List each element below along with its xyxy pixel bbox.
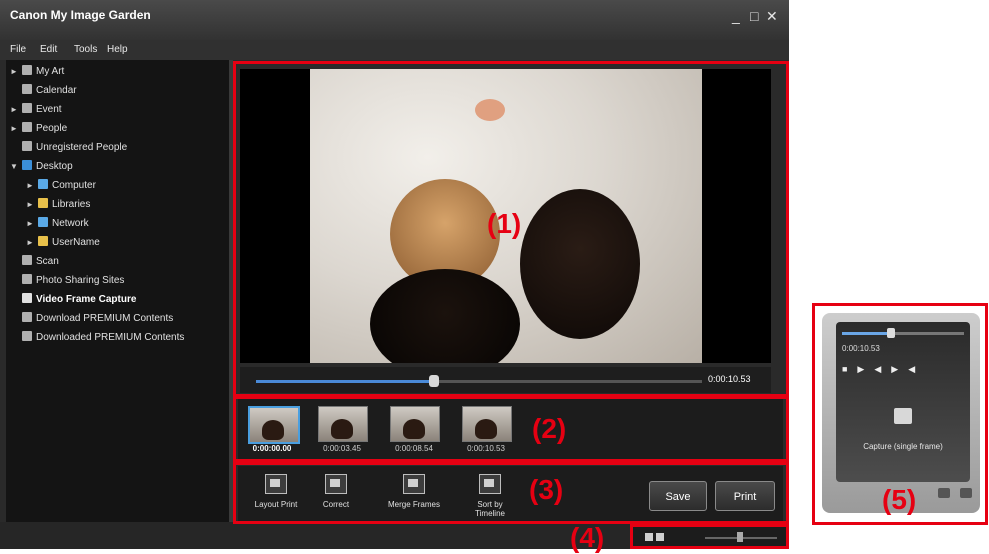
menu-bar: File Edit Tools Help: [0, 40, 789, 60]
sidebar-item-label: Download PREMIUM Contents: [36, 313, 174, 324]
folder-icon: [38, 198, 48, 208]
menu-edit[interactable]: Edit: [40, 44, 57, 55]
callout-box-2: [233, 396, 789, 462]
sidebar-item-unregistered-people[interactable]: Unregistered People: [10, 140, 127, 156]
callout-box-4: [630, 524, 789, 549]
callout-label-4: (4): [570, 522, 605, 553]
expand-arrow-icon[interactable]: ►: [26, 235, 38, 251]
callout-label-2: (2): [532, 413, 567, 444]
sidebar-item-label: Computer: [52, 180, 96, 191]
sidebar-item-username[interactable]: ► UserName: [26, 235, 100, 251]
folder-icon: [22, 331, 32, 341]
callout-label-5: (5): [882, 484, 917, 515]
person-icon: [22, 122, 32, 132]
sidebar-item-network[interactable]: ► Network: [26, 216, 89, 232]
sidebar-item-calendar[interactable]: Calendar: [10, 83, 77, 99]
sidebar-item-downloaded-premium[interactable]: Downloaded PREMIUM Contents: [10, 330, 184, 346]
sidebar-item-label: Unregistered People: [36, 142, 128, 153]
expand-arrow-icon[interactable]: ►: [10, 121, 22, 137]
user-folder-icon: [38, 236, 48, 246]
sidebar-item-desktop[interactable]: ▼ Desktop: [10, 159, 73, 175]
expand-arrow-icon[interactable]: ►: [26, 178, 38, 194]
panel-seek-handle[interactable]: [886, 328, 895, 338]
sidebar-item-people[interactable]: ► People: [10, 121, 67, 137]
sidebar-item-label: UserName: [52, 237, 100, 248]
callout-label-1: (1): [487, 208, 522, 239]
menu-help[interactable]: Help: [107, 44, 128, 55]
capture-mode-icon[interactable]: [938, 488, 950, 498]
sidebar-item-event[interactable]: ► Event: [10, 102, 62, 118]
sidebar-item-label: Photo Sharing Sites: [36, 275, 125, 286]
sidebar-item-label: Downloaded PREMIUM Contents: [36, 332, 185, 343]
panel-current-time: 0:00:10.53: [842, 344, 880, 353]
sidebar-tree: ► My Art Calendar ► Event ► People Unregist…: [6, 60, 229, 522]
sidebar-item-video-frame-capture[interactable]: Video Frame Capture: [10, 292, 136, 308]
capture-mode-icon[interactable]: [960, 488, 972, 498]
menu-file[interactable]: File: [10, 44, 26, 55]
close-button[interactable]: ✕: [766, 8, 778, 25]
my-art-icon: [22, 65, 32, 75]
computer-icon: [38, 179, 48, 189]
sidebar-item-photo-sharing-sites[interactable]: Photo Sharing Sites: [10, 273, 124, 289]
person-icon: [22, 141, 32, 151]
sidebar-item-label: People: [36, 123, 68, 134]
capture-panel-screen: 0:00:10.53 ■▶◀▶◀ Capture (single frame): [836, 322, 970, 482]
video-capture-icon: [22, 293, 32, 303]
callout-box-3: [233, 462, 789, 524]
sidebar-item-label: Video Frame Capture: [36, 294, 137, 305]
calendar-icon: [22, 84, 32, 94]
maximize-button[interactable]: □: [750, 8, 758, 24]
sidebar-item-my-art[interactable]: ► My Art: [10, 64, 64, 80]
event-icon: [22, 103, 32, 113]
sidebar-item-scan[interactable]: Scan: [10, 254, 59, 270]
download-icon: [22, 312, 32, 322]
sidebar-item-label: Libraries: [52, 199, 91, 210]
expand-arrow-icon[interactable]: ►: [10, 102, 22, 118]
expand-arrow-icon[interactable]: ►: [10, 64, 22, 80]
sidebar-item-computer[interactable]: ► Computer: [26, 178, 96, 194]
panel-seek-progress: [842, 332, 891, 335]
menu-tools[interactable]: Tools: [74, 44, 97, 55]
camera-capture-icon[interactable]: [894, 408, 912, 424]
sidebar-item-libraries[interactable]: ► Libraries: [26, 197, 90, 213]
desktop-icon: [22, 160, 32, 170]
sidebar-item-label: Desktop: [36, 161, 73, 172]
callout-label-3: (3): [529, 474, 564, 505]
photo-sharing-icon: [22, 274, 32, 284]
sidebar-item-label: Event: [36, 104, 62, 115]
network-icon: [38, 217, 48, 227]
collapse-arrow-icon[interactable]: ▼: [10, 159, 22, 175]
app-title: Canon My Image Garden: [10, 8, 151, 22]
playback-controls[interactable]: ■▶◀▶◀: [842, 364, 925, 375]
sidebar-item-label: My Art: [36, 66, 65, 77]
sidebar-item-download-premium[interactable]: Download PREMIUM Contents: [10, 311, 173, 327]
sidebar-item-label: Scan: [36, 256, 59, 267]
expand-arrow-icon[interactable]: ►: [26, 216, 38, 232]
capture-button-label: Capture (single frame): [863, 442, 943, 451]
title-bar: Canon My Image Garden _ □ ✕: [0, 0, 789, 40]
minimize-button[interactable]: _: [732, 8, 740, 24]
sidebar-item-label: Calendar: [36, 85, 77, 96]
expand-arrow-icon[interactable]: ►: [26, 197, 38, 213]
sidebar-item-label: Network: [52, 218, 89, 229]
scan-icon: [22, 255, 32, 265]
